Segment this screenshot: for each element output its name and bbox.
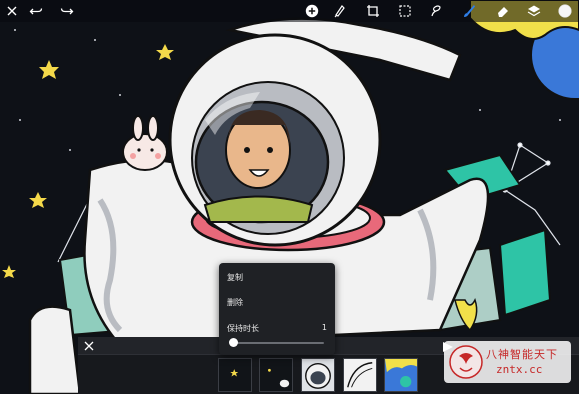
delete-menu-item[interactable]: 删除 [227, 297, 243, 308]
hold-duration-slider-thumb[interactable] [229, 338, 238, 347]
eraser-icon[interactable] [494, 2, 512, 20]
add-icon[interactable] [303, 2, 321, 20]
watermark-title: 八神智能天下 [486, 348, 558, 361]
frame-thumbnail[interactable] [301, 358, 335, 392]
frame-options-menu: 复制 删除 保持时长 1 [219, 263, 335, 355]
hold-duration-slider[interactable] [232, 342, 324, 344]
hold-duration-value: 1 [321, 323, 327, 332]
transform-icon[interactable] [364, 2, 382, 20]
frame-thumbnail[interactable] [384, 358, 418, 392]
select-icon[interactable] [396, 2, 414, 20]
adjust-icon[interactable] [331, 2, 349, 20]
frame-thumbnail[interactable] [218, 358, 252, 392]
brush-icon[interactable] [460, 2, 478, 20]
watermark-url: zntx.cc [496, 363, 543, 376]
frame-thumbnail[interactable] [259, 358, 293, 392]
redo-icon[interactable] [58, 2, 76, 20]
procreate-canvas-screen: 复制 删除 保持时长 1 八神智能天下 zntx.cc [0, 0, 579, 394]
close-icon[interactable] [81, 338, 97, 354]
layers-icon[interactable] [525, 2, 543, 20]
hold-duration-label: 保持时长 [227, 324, 259, 333]
watermark-logo-icon [449, 345, 483, 379]
watermark: 八神智能天下 zntx.cc [444, 341, 571, 383]
liquify-icon[interactable] [427, 2, 445, 20]
close-icon[interactable] [3, 2, 21, 20]
undo-icon[interactable] [27, 2, 45, 20]
copy-menu-item[interactable]: 复制 [227, 272, 243, 283]
color-swatch[interactable] [556, 2, 574, 20]
frame-thumbnail[interactable] [343, 358, 377, 392]
top-toolbar [0, 0, 579, 22]
